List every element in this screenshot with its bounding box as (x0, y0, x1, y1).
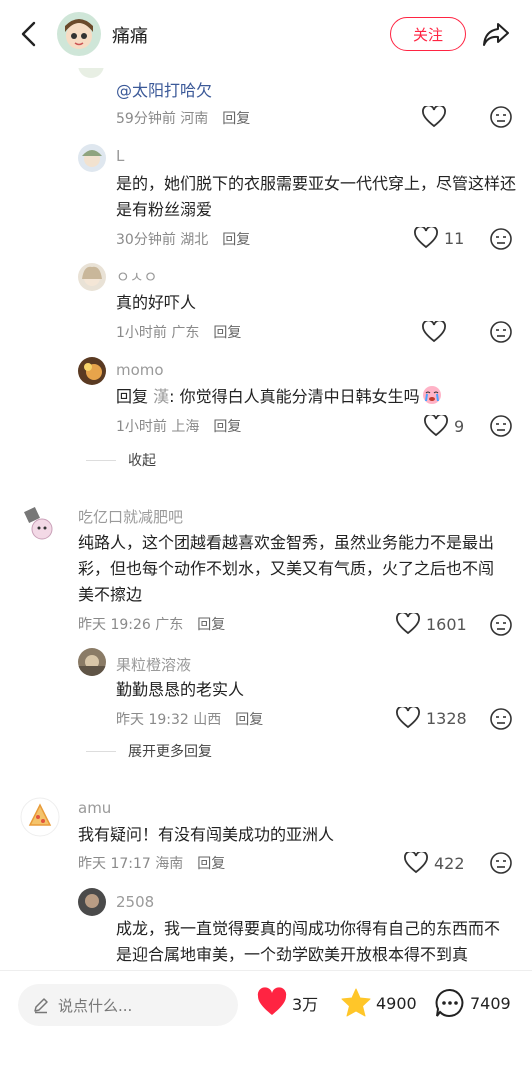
star-stat[interactable]: 4900 (340, 987, 417, 1019)
comment-text: 勤勤恳恳的老实人 (116, 680, 245, 699)
comment-text: 成龙，我一直觉得要真的闯成功你得有自己的东西而不是迎合属地审美，一个劲学欧美开放… (116, 919, 501, 964)
like-count: 422 (434, 853, 465, 873)
reply-button[interactable]: 回复 (213, 419, 241, 435)
reply-button[interactable]: 回复 (235, 712, 263, 728)
bottom-bar: 说点什么... 3万 4900 7409 (0, 970, 532, 1080)
reply-button[interactable]: 回复 (197, 856, 225, 872)
avatar[interactable] (78, 357, 106, 385)
comment-meta: 昨天 19:26 广东 回复 (78, 617, 226, 633)
comment-meta: 1小时前 广东 回复 (116, 325, 242, 341)
comment-meta: 59分钟前 河南 回复 (116, 111, 251, 127)
comment-meta: 1小时前 上海 回复 (116, 419, 242, 435)
avatar[interactable] (78, 144, 106, 172)
heart-icon (424, 415, 448, 437)
comment-bubble-icon (435, 988, 464, 1017)
heart-icon[interactable] (422, 321, 446, 343)
reply-button[interactable]: 回复 (213, 325, 241, 341)
divider (86, 750, 116, 752)
avatar[interactable] (78, 648, 106, 676)
username[interactable]: 2508 (116, 893, 154, 911)
username[interactable]: ㅇㅅㅇ (116, 266, 157, 287)
share-icon[interactable] (480, 18, 512, 50)
dislike-icon[interactable] (489, 851, 513, 875)
dislike-icon[interactable] (489, 613, 513, 637)
comment-input[interactable]: 说点什么... (18, 984, 238, 1026)
username[interactable]: 吃亿口就减肥吧 (78, 506, 183, 527)
avatar[interactable] (78, 888, 106, 916)
divider (86, 459, 116, 461)
back-arrow-icon[interactable] (14, 18, 46, 50)
comment-placeholder: 说点什么... (58, 996, 133, 1015)
like-button[interactable]: 9 (424, 415, 464, 437)
username[interactable]: 果粒橙溶液 (116, 654, 191, 675)
like-count: 1601 (426, 614, 467, 634)
dislike-icon[interactable] (489, 227, 513, 251)
crying-emoji-icon (422, 385, 442, 405)
comment-text: 回复 漢: 你觉得白人真能分清中日韩女生吗 (116, 384, 442, 410)
avatar[interactable] (20, 797, 60, 837)
dislike-icon[interactable] (489, 414, 513, 438)
username[interactable]: amu (78, 799, 111, 817)
dislike-icon[interactable] (489, 707, 513, 731)
top-bar: 痛痛 关注 (0, 0, 532, 68)
heart-icon (404, 852, 428, 874)
heart-icon (414, 227, 438, 249)
comment-meta: 昨天 17:17 海南 回复 (78, 856, 226, 872)
comment-meta: 30分钟前 湖北 回复 (116, 232, 251, 248)
reply-button[interactable]: 回复 (222, 232, 250, 248)
heart-filled-icon (257, 987, 287, 1015)
dislike-icon[interactable] (489, 105, 513, 129)
like-button[interactable]: 1328 (396, 707, 467, 729)
comment-meta: 昨天 19:32 山西 回复 (116, 712, 264, 728)
author-name[interactable]: 痛痛 (112, 22, 148, 48)
username[interactable]: momo (116, 361, 164, 379)
like-button[interactable]: 1601 (396, 613, 467, 635)
comment-text: @太阳打哈欠 (116, 81, 213, 100)
like-count: 9 (454, 416, 465, 436)
expand-replies-button[interactable]: 展开更多回复 (86, 741, 212, 761)
avatar[interactable] (20, 503, 60, 543)
heart-icon (396, 707, 420, 729)
follow-button[interactable]: 关注 (390, 17, 466, 51)
collapse-replies-button[interactable]: 收起 (86, 450, 156, 470)
heart-icon (396, 613, 420, 635)
avatar[interactable] (78, 263, 106, 291)
like-count: 1328 (426, 708, 467, 728)
like-stat[interactable]: 3万 (256, 987, 318, 1019)
like-count: 11 (444, 228, 465, 248)
dislike-icon[interactable] (489, 320, 513, 344)
reply-button[interactable]: 回复 (222, 111, 250, 127)
comment-text: 纯路人，这个团越看越喜欢金智秀，虽然业务能力不是最出彩，但也每个动作不划水，又美… (78, 533, 495, 604)
author-avatar[interactable] (57, 12, 101, 56)
like-button[interactable]: 422 (404, 852, 465, 874)
username[interactable]: L (116, 147, 124, 165)
comment-stat[interactable]: 7409 (434, 987, 511, 1019)
reply-button[interactable]: 回复 (197, 617, 225, 633)
comment-text: 真的好吓人 (116, 293, 197, 312)
comment-text: 我有疑问！有没有闯美成功的亚洲人 (78, 825, 335, 844)
heart-icon[interactable] (422, 106, 446, 128)
like-button[interactable]: 11 (414, 227, 464, 249)
pencil-icon (34, 998, 48, 1014)
star-icon (341, 988, 371, 1017)
comment-text: 是的，她们脱下的衣服需要亚女一代代穿上，尽管这样还是有粉丝溺爱 (116, 174, 517, 219)
